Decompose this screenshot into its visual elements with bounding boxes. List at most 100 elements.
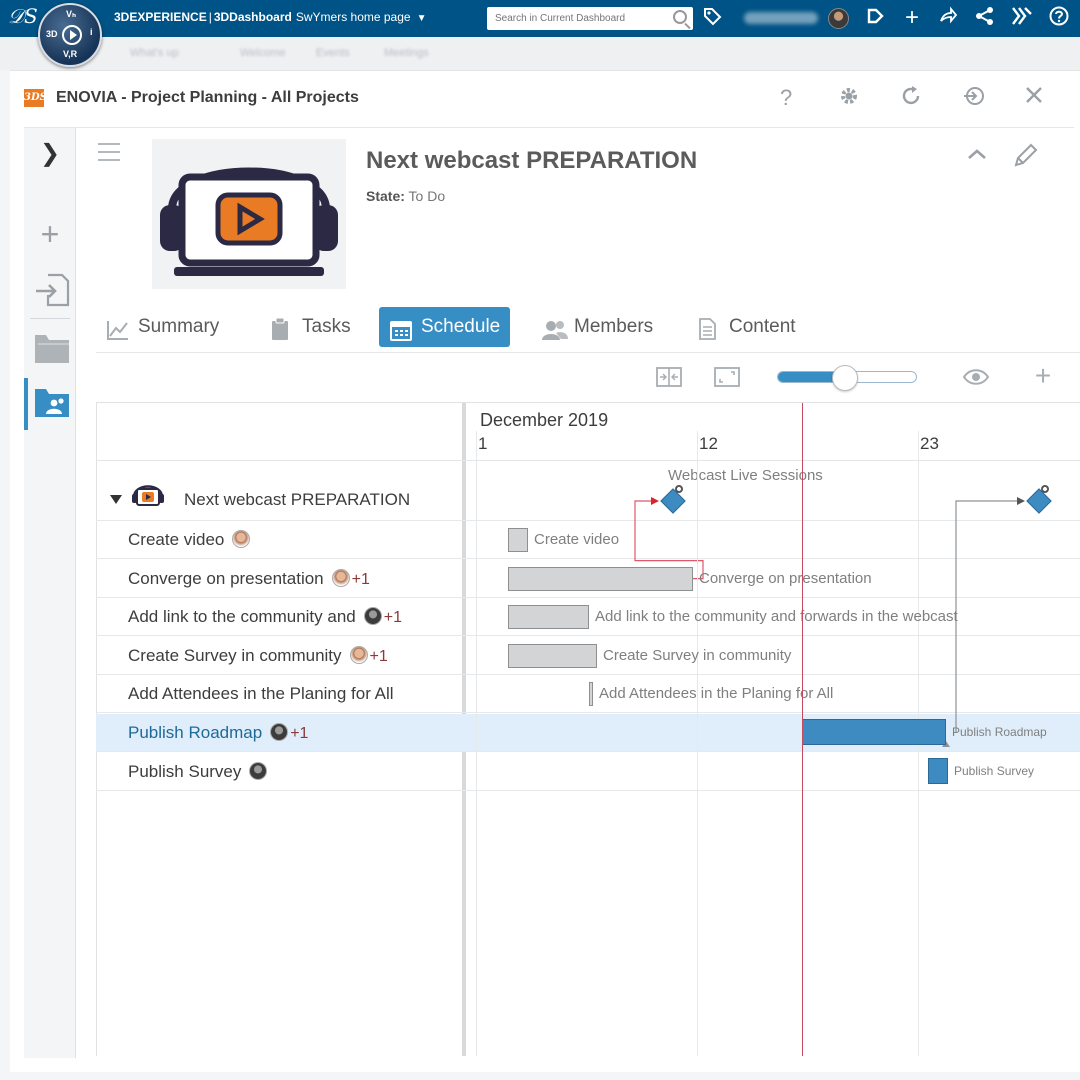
gear-icon[interactable]	[838, 85, 860, 113]
search-icon[interactable]	[673, 10, 687, 24]
gantt-bar[interactable]	[508, 528, 528, 552]
state-value: To Do	[408, 188, 446, 204]
assignee-avatar[interactable]	[349, 645, 368, 664]
gantt-bar[interactable]	[508, 643, 597, 668]
compass-right-quadrant[interactable]: i	[90, 27, 93, 37]
extra-assignees-count[interactable]: +1	[290, 725, 308, 742]
calendar-icon	[389, 316, 413, 341]
gantt-bar[interactable]	[928, 757, 948, 784]
edit-pencil-icon[interactable]	[1012, 141, 1038, 175]
dashboard-tabs-blurred: What's up Welcome Events Meetings	[0, 37, 1080, 70]
assignee-avatar[interactable]	[232, 530, 251, 548]
task-label: Add link to the community and +1	[128, 607, 402, 627]
ds-logo-icon[interactable]: 𝒟S	[8, 4, 38, 28]
fullscreen-icon[interactable]	[714, 366, 740, 388]
project-planning-widget: 3DS ENOVIA - Project Planning - All Proje…	[10, 70, 1080, 1072]
brand-3dexperience: 3DEXPERIENCE	[114, 10, 207, 24]
share-tag-icon[interactable]	[863, 6, 887, 30]
network-share-icon[interactable]	[973, 6, 997, 30]
tab-schedule[interactable]: Schedule	[379, 307, 511, 347]
tab-summary[interactable]: Summary	[96, 307, 229, 347]
gantt-bar[interactable]	[589, 682, 593, 707]
app-root: 𝒟S 3DEXPERIENCE | 3DDashboard SwYmers home …	[0, 0, 1080, 1080]
gantt-bar[interactable]	[802, 719, 946, 745]
dependency-arrow	[1017, 497, 1025, 505]
compass-apps-icon[interactable]	[1010, 6, 1034, 30]
add-task-icon[interactable]: +	[1030, 362, 1056, 390]
people-icon	[542, 316, 568, 340]
add-icon[interactable]: +	[34, 218, 66, 250]
search-box[interactable]	[487, 7, 693, 30]
task-name: Create Survey in community	[128, 645, 342, 665]
list-toggle-icon[interactable]	[98, 143, 128, 169]
close-icon[interactable]	[1024, 85, 1044, 111]
extra-assignees-count[interactable]: +1	[384, 609, 402, 626]
help-icon[interactable]: ?	[780, 85, 792, 111]
import-icon[interactable]	[34, 272, 70, 307]
zoom-slider-handle[interactable]	[832, 365, 859, 391]
user-avatar[interactable]	[828, 8, 849, 29]
extra-assignees-count[interactable]: +1	[370, 648, 388, 665]
compass-icon[interactable]: Vₕ 3D i V,R	[38, 3, 102, 67]
assignee-avatar[interactable]	[270, 723, 289, 741]
zoom-slider[interactable]	[777, 365, 917, 391]
task-label: Add Attendees in the Planing for All	[128, 684, 394, 704]
search-input[interactable]	[487, 7, 667, 30]
ghost-tab[interactable]: Meetings	[384, 47, 429, 59]
chevron-right-icon[interactable]: ❯	[34, 138, 66, 170]
task-name: Create video	[128, 530, 225, 549]
assignee-avatar[interactable]	[331, 568, 350, 587]
tab-tasks[interactable]: Tasks	[260, 307, 361, 347]
collapse-up-icon[interactable]	[966, 141, 988, 167]
project-state: State: To Do	[366, 188, 445, 204]
tab-members[interactable]: Members	[532, 307, 663, 347]
tab-label: Members	[574, 316, 654, 337]
rail-divider	[30, 318, 70, 319]
task-label: Create Survey in community +1	[128, 645, 388, 666]
task-label: Publish Survey	[128, 761, 268, 782]
chevron-down-icon[interactable]: ▼	[417, 13, 427, 24]
compass-play-icon[interactable]	[62, 25, 82, 45]
refresh-icon[interactable]	[900, 85, 922, 113]
task-name: Publish Roadmap	[128, 723, 263, 742]
gantt-bar[interactable]	[508, 605, 589, 630]
tag-icon[interactable]	[700, 6, 724, 30]
assignee-avatar[interactable]	[363, 607, 382, 626]
ghost-tab[interactable]: Events	[316, 47, 350, 59]
expand-icon[interactable]	[962, 85, 986, 113]
chart-line-icon	[106, 316, 130, 340]
dependency-arrow	[651, 497, 659, 505]
task-label: Create video	[128, 530, 251, 550]
eye-icon[interactable]	[962, 366, 990, 388]
assignee-avatar[interactable]	[249, 761, 268, 780]
ghost-tab[interactable]: What's up	[130, 47, 179, 59]
gantt-bar[interactable]	[508, 566, 693, 591]
compass-left-quadrant[interactable]: 3D	[46, 29, 58, 39]
extra-assignees-count[interactable]: +1	[352, 571, 370, 588]
project-folder-icon[interactable]	[34, 386, 69, 418]
tab-content[interactable]: Content	[687, 307, 806, 347]
compass-top-quadrant[interactable]: Vₕ	[66, 9, 76, 20]
gantt-bar-label: Publish Survey	[954, 763, 1035, 778]
help-circle-icon[interactable]	[1047, 6, 1071, 30]
user-name-blurred[interactable]	[744, 12, 818, 24]
today-line	[802, 403, 803, 1056]
folder-icon[interactable]	[34, 332, 69, 364]
ghost-tab[interactable]: Welcome	[240, 47, 286, 59]
compass-bottom-quadrant[interactable]: V,R	[63, 49, 77, 59]
state-label: State:	[366, 188, 405, 204]
task-label: Converge on presentation +1	[128, 568, 370, 589]
tab-label: Content	[729, 316, 796, 337]
day-gridline	[476, 431, 477, 1056]
add-icon[interactable]: +	[900, 6, 924, 30]
fit-columns-icon[interactable]	[656, 366, 682, 388]
brand-title[interactable]: 3DEXPERIENCE | 3DDashboard SwYmers home pag…	[114, 10, 427, 24]
task-label: Publish Roadmap +1	[128, 723, 308, 743]
brand-separator: |	[208, 10, 212, 24]
gantt-bar-label: Add Attendees in the Planing for All	[599, 685, 834, 703]
project-title: Next webcast PREPARATION	[366, 147, 698, 174]
widget-title-text: ENOVIA - Project Planning - All Projects	[56, 89, 359, 107]
task-name: Add link to the community and	[128, 607, 356, 627]
share-icon[interactable]	[936, 6, 960, 30]
expand-caret-icon[interactable]	[110, 495, 122, 504]
